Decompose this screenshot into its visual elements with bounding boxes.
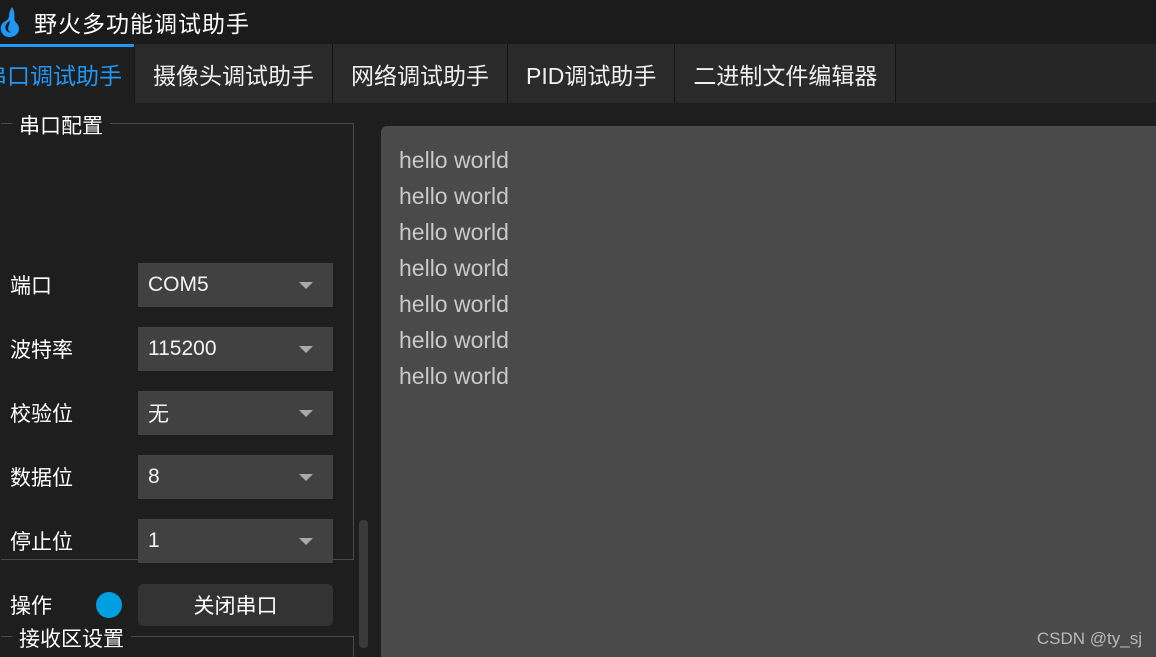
tab-camera-debug[interactable]: 摄像头调试助手 bbox=[135, 44, 333, 103]
chevron-down-icon bbox=[299, 537, 313, 545]
tab-label: 摄像头调试助手 bbox=[153, 62, 314, 89]
tab-label: 串口调试助手 bbox=[0, 62, 122, 89]
app-title: 野火多功能调试助手 bbox=[34, 11, 250, 37]
port-value: COM5 bbox=[148, 273, 209, 296]
receive-display-area[interactable]: hello world hello world hello world hell… bbox=[381, 126, 1156, 657]
log-line: hello world bbox=[399, 255, 509, 281]
stopbits-label: 停止位 bbox=[10, 531, 73, 554]
serial-config-panel: 串口配置 端口 COM5 波特率 115200 校验位 无 数据位 8 停止位 … bbox=[0, 103, 368, 657]
databits-combobox[interactable]: 8 bbox=[138, 455, 333, 499]
tab-label: PID调试助手 bbox=[526, 62, 657, 89]
baudrate-combobox[interactable]: 115200 bbox=[138, 327, 333, 371]
tab-label: 网络调试助手 bbox=[351, 62, 489, 89]
log-line: hello world bbox=[399, 147, 509, 173]
parity-combobox[interactable]: 无 bbox=[138, 391, 333, 435]
tab-serial-debug[interactable]: 串口调试助手 bbox=[0, 44, 135, 103]
chevron-down-icon bbox=[299, 473, 313, 481]
receive-settings-group-title: 接收区设置 bbox=[12, 623, 131, 653]
title-bar: 野火多功能调试助手 bbox=[0, 0, 1156, 44]
receive-settings-groupbox: 接收区设置 bbox=[1, 623, 354, 657]
port-combobox[interactable]: COM5 bbox=[138, 263, 333, 307]
databits-value: 8 bbox=[148, 465, 160, 488]
log-line: hello world bbox=[399, 219, 509, 245]
stopbits-value: 1 bbox=[148, 529, 160, 552]
log-line: hello world bbox=[399, 183, 509, 209]
close-serial-port-button[interactable]: 关闭串口 bbox=[138, 584, 333, 626]
tab-binary-file-editor[interactable]: 二进制文件编辑器 bbox=[675, 44, 897, 103]
port-label: 端口 bbox=[10, 275, 52, 298]
baudrate-label: 波特率 bbox=[10, 339, 73, 362]
left-panel-scrollbar-thumb[interactable] bbox=[359, 520, 368, 648]
stopbits-combobox[interactable]: 1 bbox=[138, 519, 333, 563]
operation-label: 操作 bbox=[10, 595, 52, 618]
tab-label: 二进制文件编辑器 bbox=[693, 62, 878, 89]
baudrate-value: 115200 bbox=[148, 337, 217, 360]
flame-icon bbox=[0, 2, 28, 42]
chevron-down-icon bbox=[299, 409, 313, 417]
chevron-down-icon bbox=[299, 345, 313, 353]
close-serial-port-label: 关闭串口 bbox=[193, 595, 278, 618]
tab-strip: 串口调试助手 摄像头调试助手 网络调试助手 PID调试助手 二进制文件编辑器 bbox=[0, 44, 1156, 103]
log-line: hello world bbox=[399, 291, 509, 317]
parity-label: 校验位 bbox=[10, 403, 73, 426]
connection-status-led bbox=[96, 592, 122, 618]
watermark: CSDN @ty_sj bbox=[1036, 629, 1142, 648]
serial-config-group-title: 串口配置 bbox=[12, 110, 110, 140]
log-line: hello world bbox=[399, 327, 509, 353]
chevron-down-icon bbox=[299, 281, 313, 289]
tab-pid-debug[interactable]: PID调试助手 bbox=[508, 44, 676, 103]
parity-value: 无 bbox=[148, 403, 169, 426]
databits-label: 数据位 bbox=[10, 467, 73, 490]
log-line: hello world bbox=[399, 363, 509, 389]
tab-network-debug[interactable]: 网络调试助手 bbox=[333, 44, 508, 103]
